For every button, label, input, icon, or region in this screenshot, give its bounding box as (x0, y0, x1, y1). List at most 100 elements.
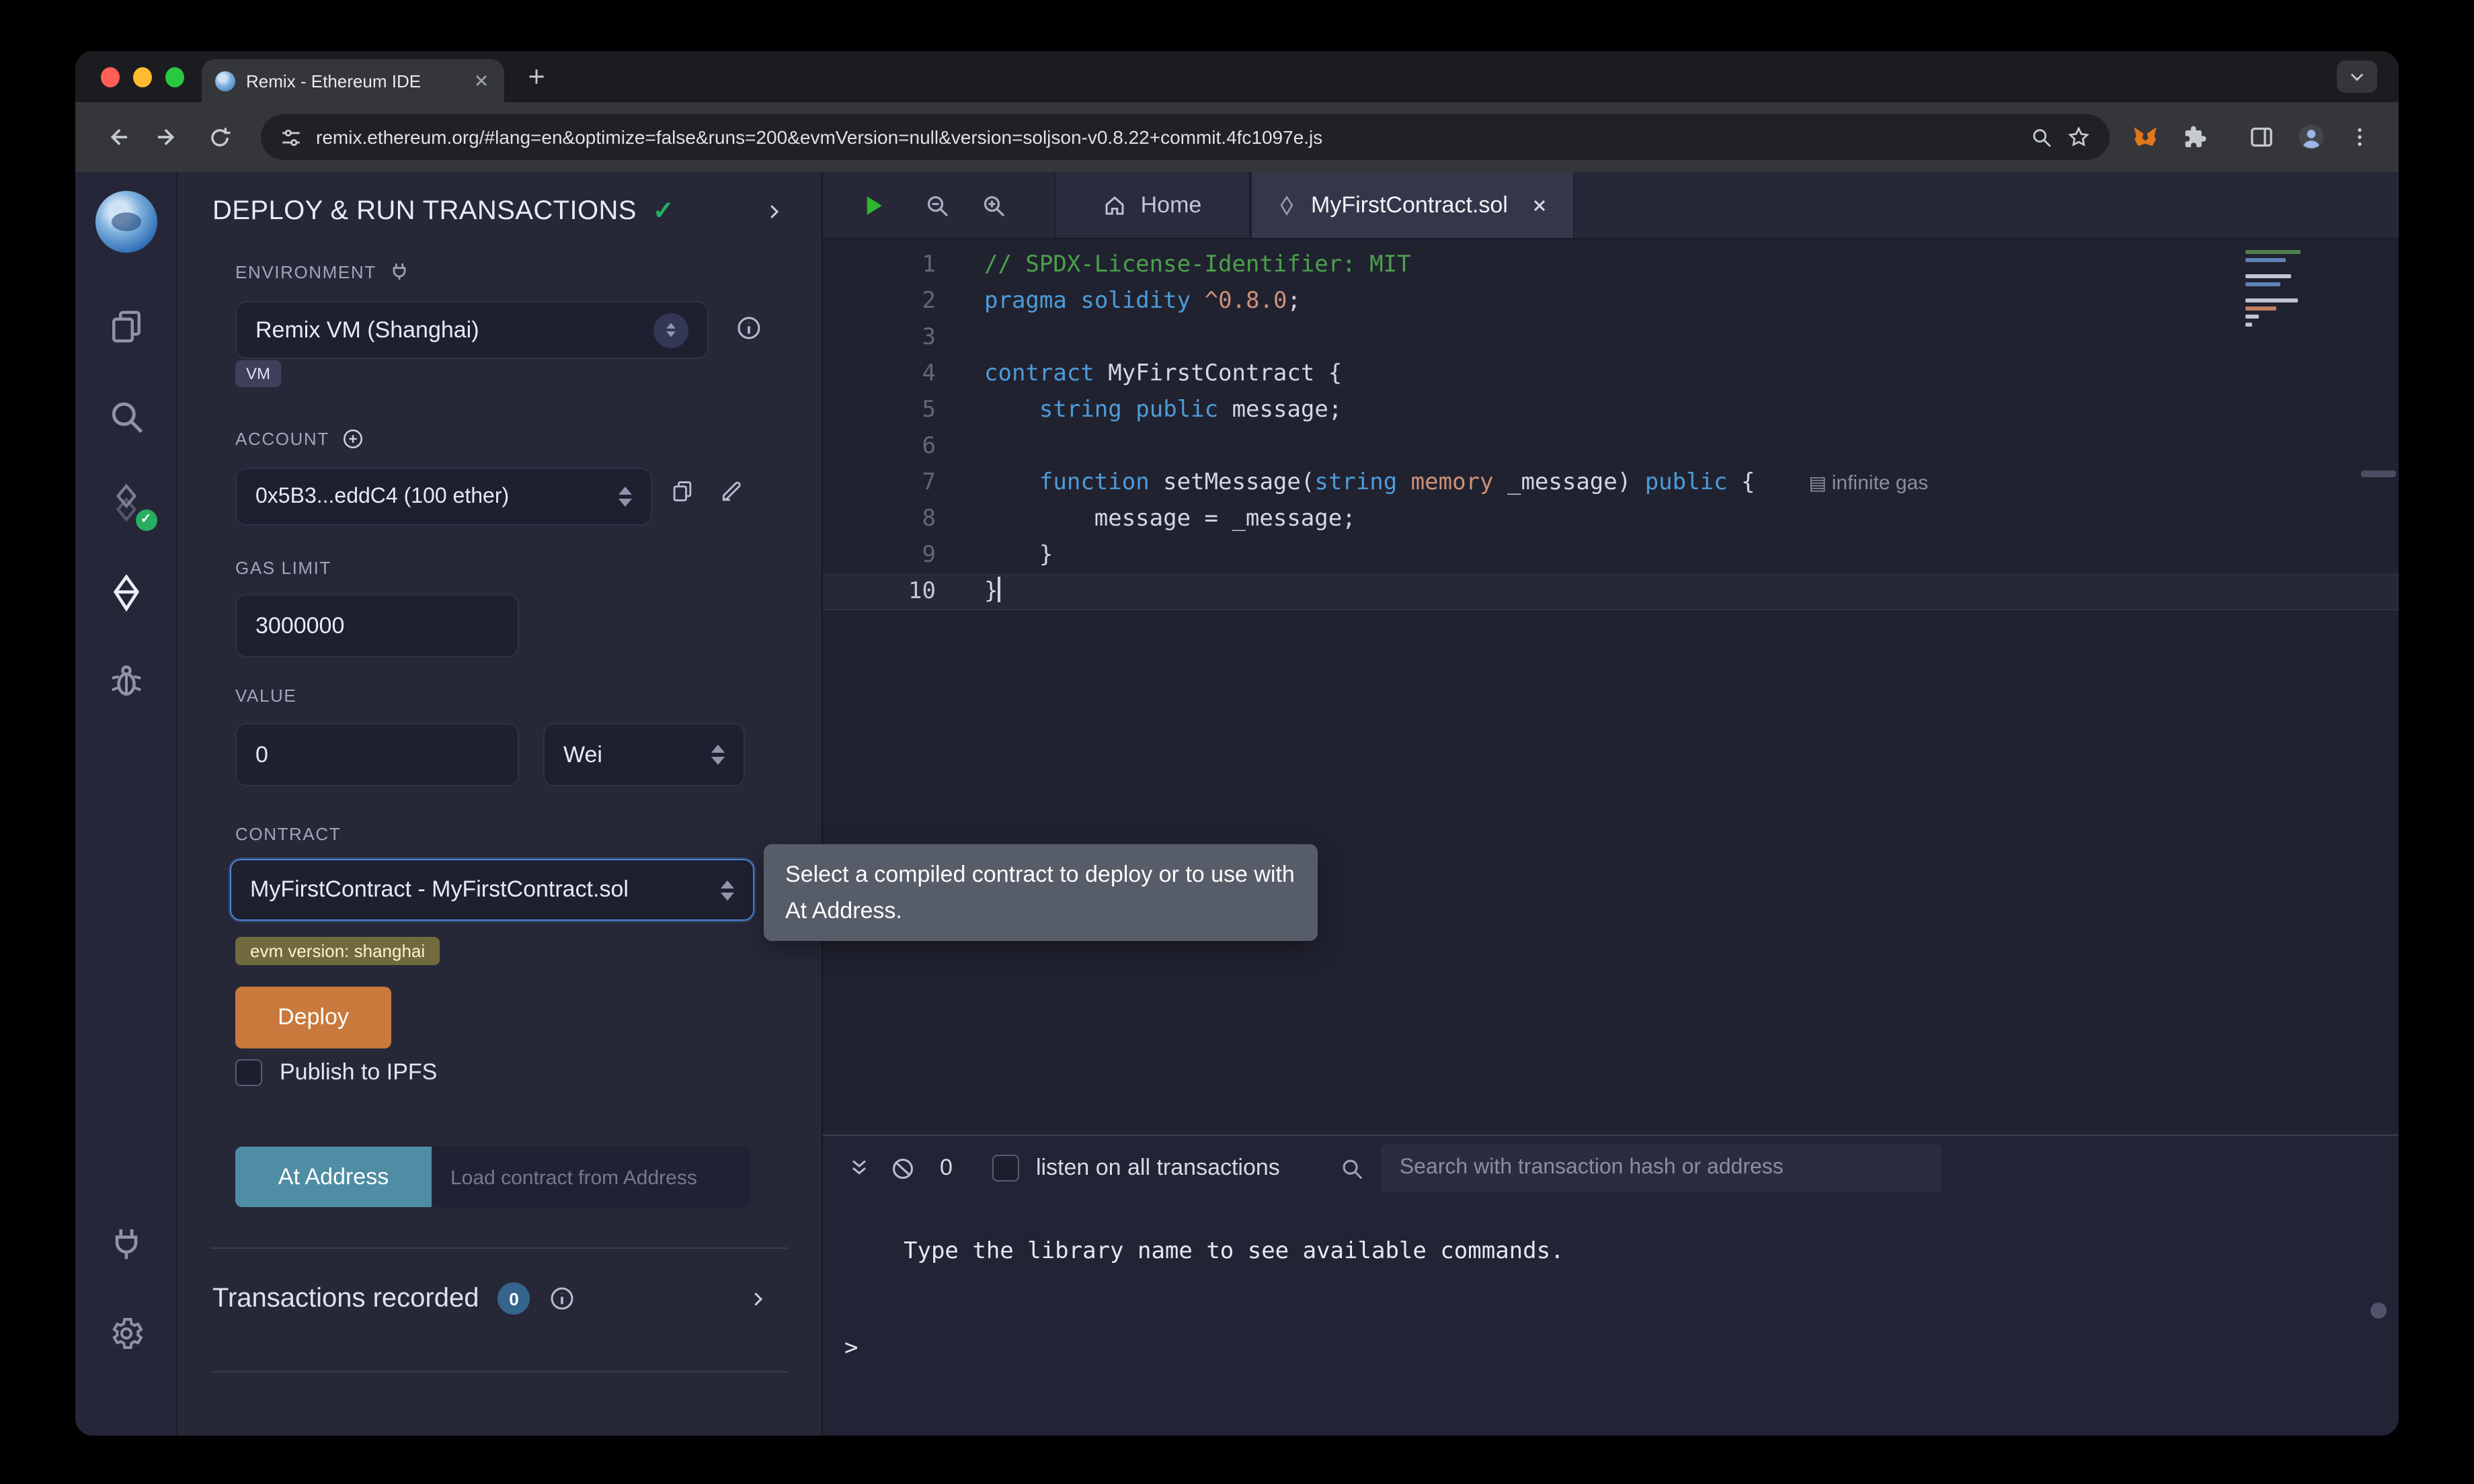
terminal-prompt[interactable]: > (844, 1335, 859, 1362)
plug-icon (389, 261, 410, 282)
run-script-button[interactable] (850, 182, 895, 228)
pending-transactions-count: 0 (940, 1155, 953, 1182)
editor-scrollbar[interactable] (2361, 470, 2396, 477)
tab-close-icon[interactable] (1530, 196, 1549, 214)
terminal: 0 listen on all transactions Type the li… (823, 1135, 2399, 1436)
terminal-search-icon (1339, 1155, 1365, 1181)
edit-account-icon[interactable] (719, 479, 745, 504)
terminal-scroll-handle[interactable] (2370, 1303, 2387, 1319)
remix-logo[interactable] (75, 191, 176, 253)
code-line[interactable]: 4contract MyFirstContract { (823, 356, 2399, 393)
code-line[interactable]: 3 (823, 320, 2399, 356)
tab-strip: Remix - Ethereum IDE (75, 51, 2399, 102)
browser-tab[interactable]: Remix - Ethereum IDE (202, 59, 504, 102)
account-select-arrows-icon (618, 487, 632, 507)
terminal-toolbar: 0 listen on all transactions (823, 1136, 2399, 1200)
terminal-output[interactable]: Type the library name to see available c… (823, 1200, 2399, 1436)
home-icon (1103, 193, 1127, 217)
transactions-count-badge: 0 (498, 1282, 530, 1315)
code-line[interactable]: 1// SPDX-License-Identifier: MIT (823, 247, 2399, 284)
value-unit-select[interactable]: Wei (543, 723, 745, 786)
transactions-expand-icon[interactable] (748, 1288, 768, 1309)
collapse-terminal-icon[interactable] (847, 1156, 871, 1180)
new-tab-button[interactable] (518, 58, 555, 95)
value-label: VALUE (235, 686, 296, 706)
code-line[interactable]: 2pragma solidity ^0.8.0; (823, 284, 2399, 320)
sidebar-item-search[interactable] (75, 397, 176, 437)
extensions-icon[interactable] (2181, 124, 2208, 151)
code-lines: 1// SPDX-License-Identifier: MIT2pragma … (823, 239, 2399, 610)
gas-limit-label: GAS LIMIT (235, 558, 331, 578)
code-line[interactable]: 5 string public message; (823, 393, 2399, 429)
forward-button[interactable] (145, 114, 191, 160)
publish-ipfs-checkbox[interactable] (235, 1059, 262, 1086)
menu-icon[interactable] (2348, 125, 2372, 149)
contract-tooltip: Select a compiled contract to deploy or … (764, 844, 1318, 941)
code-line[interactable]: 8 message = _message; (823, 501, 2399, 538)
window-controls (101, 67, 184, 87)
environment-select[interactable]: Remix VM (Shanghai) (235, 301, 709, 359)
environment-info-icon[interactable] (735, 315, 762, 341)
sidebar-item-deploy-and-run[interactable] (75, 573, 176, 613)
zoom-in-button[interactable] (971, 182, 1016, 228)
code-line[interactable]: 7 function setMessage(string memory _mes… (823, 465, 2399, 501)
minimize-window-button[interactable] (133, 67, 152, 87)
listen-transactions-checkbox[interactable] (993, 1155, 1020, 1182)
zoom-window-button[interactable] (165, 67, 184, 87)
code-line[interactable]: 9 } (823, 538, 2399, 574)
terminal-message: Type the library name to see available c… (904, 1238, 1564, 1265)
terminal-search-input[interactable] (1381, 1144, 1942, 1192)
contract-select[interactable]: MyFirstContract - MyFirstContract.sol (230, 859, 754, 921)
close-window-button[interactable] (101, 67, 120, 87)
panel-divider (211, 1247, 788, 1249)
tab-search-button[interactable] (2337, 60, 2377, 93)
at-address-input[interactable] (432, 1147, 750, 1207)
profile-icon[interactable] (2297, 122, 2326, 152)
panel-check-icon: ✓ (653, 196, 674, 226)
transactions-info-icon[interactable] (549, 1285, 576, 1312)
zoom-out-button[interactable] (914, 182, 960, 228)
back-button[interactable] (94, 114, 140, 160)
browser-window: Remix - Ethereum IDE remix.ethereum.org/… (75, 51, 2399, 1436)
reload-button[interactable] (196, 114, 242, 160)
environment-select-arrows-icon (653, 313, 688, 347)
evm-version-badge: evm version: shanghai (235, 937, 440, 965)
contract-label: CONTRACT (235, 824, 341, 844)
copy-account-icon[interactable] (670, 479, 695, 504)
address-bar[interactable]: remix.ethereum.org/#lang=en&optimize=fal… (261, 114, 2110, 160)
sidebar-item-plugin-manager[interactable] (75, 1225, 176, 1262)
bookmark-star-icon[interactable] (2067, 125, 2091, 149)
clear-console-icon[interactable] (890, 1155, 916, 1181)
transactions-recorded-label: Transactions recorded (212, 1283, 479, 1314)
tab-home[interactable]: Home (1054, 172, 1250, 238)
tab-close-icon[interactable] (472, 71, 491, 90)
account-label: ACCOUNT (235, 429, 329, 449)
sidebar-item-solidity-compiler[interactable]: ✓ (75, 483, 176, 523)
panel-collapse-icon[interactable] (764, 201, 784, 221)
minimap[interactable] (2245, 250, 2323, 327)
tab-myfirstcontract[interactable]: MyFirstContract.sol (1250, 172, 1574, 238)
editor-tab-bar: Home MyFirstContract.sol (823, 172, 2399, 239)
code-line[interactable]: 6 (823, 429, 2399, 465)
metamask-icon[interactable] (2131, 123, 2159, 151)
value-input[interactable] (235, 723, 519, 786)
sidebar-item-debugger[interactable] (75, 661, 176, 702)
sidebar-item-file-explorer[interactable] (75, 306, 176, 347)
code-editor[interactable]: 1// SPDX-License-Identifier: MIT2pragma … (823, 239, 2399, 1135)
screen: Remix - Ethereum IDE remix.ethereum.org/… (0, 0, 2474, 1484)
listen-transactions-label: listen on all transactions (1036, 1155, 1280, 1182)
url-text: remix.ethereum.org/#lang=en&optimize=fal… (316, 126, 2017, 148)
site-settings-icon[interactable] (280, 126, 303, 149)
account-select[interactable]: 0x5B3...eddC4 (100 ether) (235, 468, 652, 526)
add-account-icon[interactable] (342, 427, 364, 450)
compiler-success-badge-icon: ✓ (135, 509, 157, 531)
code-line[interactable]: 10} (823, 574, 2399, 610)
at-address-button[interactable]: At Address (235, 1147, 432, 1207)
side-panel-icon[interactable] (2248, 124, 2275, 151)
vm-badge: VM (235, 360, 281, 387)
sidebar-item-settings[interactable] (75, 1315, 176, 1352)
gas-limit-input[interactable] (235, 594, 519, 657)
solidity-file-icon (1276, 194, 1298, 216)
deploy-button[interactable]: Deploy (235, 987, 391, 1048)
zoom-icon[interactable] (2030, 126, 2053, 149)
